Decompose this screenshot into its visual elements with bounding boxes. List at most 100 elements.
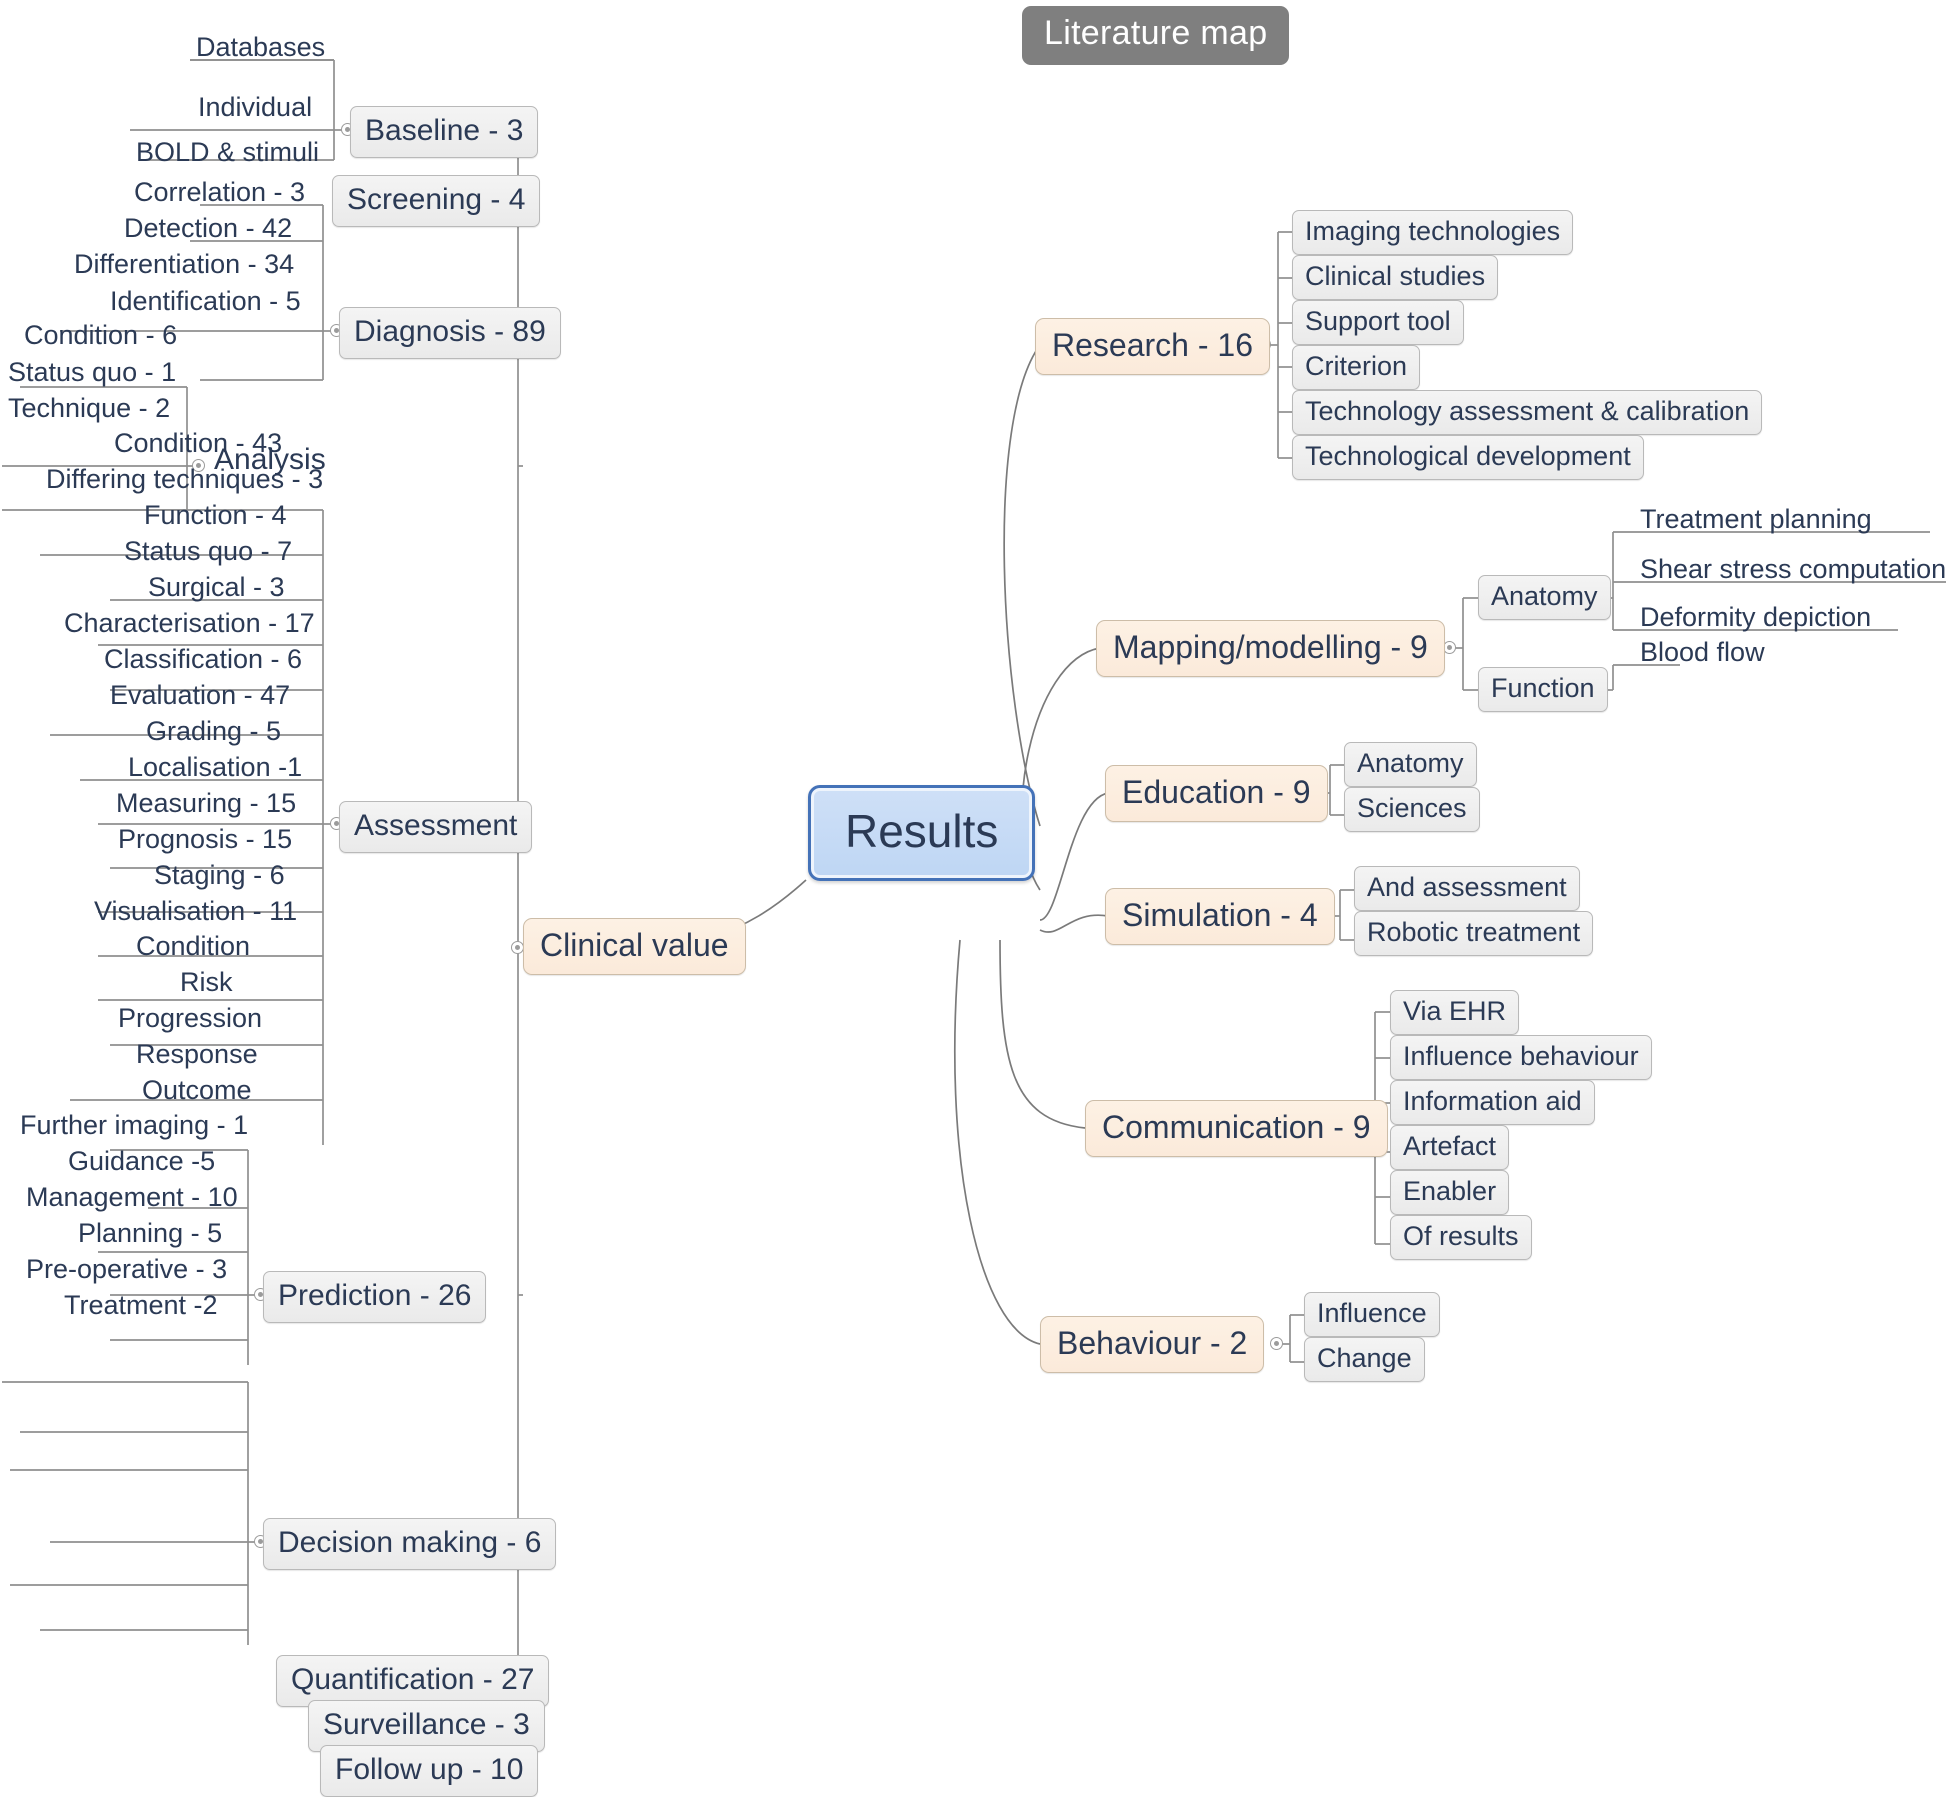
leaf-anatomy-education[interactable]: Anatomy <box>1344 742 1477 787</box>
leaf-condition-43[interactable]: Condition - 43 <box>108 429 288 460</box>
leaf-label: Differing techniques - 3 <box>46 464 324 494</box>
leaf-robotic-treatment[interactable]: Robotic treatment <box>1354 911 1594 956</box>
leaf-label: Technology assessment & calibration <box>1292 390 1763 435</box>
leaf-label: Measuring - 15 <box>116 788 297 818</box>
leaf-label: Deformity depiction <box>1640 602 1872 632</box>
leaf-detection[interactable]: Detection - 42 <box>118 214 298 245</box>
leaf-of-results[interactable]: Of results <box>1390 1215 1532 1260</box>
leaf-label: Response <box>136 1039 258 1069</box>
leaf-via-ehr[interactable]: Via EHR <box>1390 990 1520 1035</box>
leaf-grading-5[interactable]: Grading - 5 <box>140 717 287 748</box>
leaf-identification[interactable]: Identification - 5 <box>104 287 307 318</box>
leaf-artefact[interactable]: Artefact <box>1390 1125 1510 1170</box>
leaf-influence-behaviour[interactable]: Influence behaviour <box>1390 1035 1652 1080</box>
leaf-differing-techniques[interactable]: Differing techniques - 3 <box>40 465 329 496</box>
leaf-pre-operative[interactable]: Pre-operative - 3 <box>20 1255 233 1286</box>
branch-label: Behaviour - 2 <box>1040 1316 1265 1373</box>
branch-node-assessment[interactable]: Assessment <box>339 801 533 853</box>
leaf-label: And assessment <box>1354 866 1580 911</box>
leaf-label: Pre-operative - 3 <box>26 1254 228 1284</box>
leaf-guidance[interactable]: Guidance -5 <box>62 1147 221 1178</box>
leaf-further-imaging[interactable]: Further imaging - 1 <box>14 1111 254 1142</box>
leaf-label: Treatment planning <box>1640 504 1872 534</box>
branch-node-education[interactable]: Education - 9 <box>1105 765 1328 822</box>
leaf-correlation[interactable]: Correlation - 3 <box>128 178 311 209</box>
leaf-response[interactable]: Response <box>130 1040 264 1071</box>
leaf-risk[interactable]: Risk <box>174 968 239 999</box>
leaf-measuring-15[interactable]: Measuring - 15 <box>110 789 302 820</box>
branch-node-prediction[interactable]: Prediction - 26 <box>263 1271 487 1323</box>
leaf-label: Enabler <box>1390 1170 1510 1215</box>
leaf-databases[interactable]: Databases <box>190 33 331 64</box>
leaf-treatment-planning[interactable]: Treatment planning <box>1634 505 1878 536</box>
branch-node-behaviour[interactable]: Behaviour - 2 <box>1040 1316 1265 1373</box>
leaf-clinical-studies[interactable]: Clinical studies <box>1292 255 1499 300</box>
leaf-sciences[interactable]: Sciences <box>1344 787 1480 832</box>
leaf-visualisation-11[interactable]: Visualisation - 11 <box>88 897 303 928</box>
leaf-treatment[interactable]: Treatment -2 <box>58 1291 224 1322</box>
leaf-bold-stimuli[interactable]: BOLD & stimuli <box>130 138 325 169</box>
leaf-label: Robotic treatment <box>1354 911 1594 956</box>
leaf-progression[interactable]: Progression <box>112 1004 268 1035</box>
branch-node-simulation[interactable]: Simulation - 4 <box>1105 888 1335 945</box>
leaf-differentiation[interactable]: Differentiation - 34 <box>68 250 300 281</box>
branch-node-decision-making[interactable]: Decision making - 6 <box>263 1518 557 1570</box>
leaf-technique-2[interactable]: Technique - 2 <box>2 394 176 425</box>
leaf-localisation-1[interactable]: Localisation -1 <box>122 753 308 784</box>
leaf-label: Evaluation - 47 <box>110 680 291 710</box>
branch-node-baseline[interactable]: Baseline - 3 <box>350 106 539 158</box>
leaf-technology-assessment-calibration[interactable]: Technology assessment & calibration <box>1292 390 1763 435</box>
leaf-individual[interactable]: Individual <box>192 93 318 124</box>
leaf-change[interactable]: Change <box>1304 1337 1425 1382</box>
leaf-condition[interactable]: Condition <box>130 932 256 963</box>
leaf-management[interactable]: Management - 10 <box>20 1183 244 1214</box>
subnode-function-mapping[interactable]: Function <box>1478 667 1608 712</box>
leaf-status-quo-7[interactable]: Status quo - 7 <box>118 537 298 568</box>
subnode-anatomy-mapping[interactable]: Anatomy <box>1478 575 1611 620</box>
leaf-label: Criterion <box>1292 345 1421 390</box>
branch-node-research[interactable]: Research - 16 <box>1035 318 1270 375</box>
branch-node-follow-up[interactable]: Follow up - 10 <box>320 1745 539 1797</box>
leaf-surgical-3[interactable]: Surgical - 3 <box>142 573 291 604</box>
leaf-label: Surgical - 3 <box>148 572 285 602</box>
leaf-label: Information aid <box>1390 1080 1595 1125</box>
branch-node-screening[interactable]: Screening - 4 <box>332 175 541 227</box>
leaf-label: Risk <box>180 967 233 997</box>
leaf-criterion[interactable]: Criterion <box>1292 345 1421 390</box>
leaf-and-assessment[interactable]: And assessment <box>1354 866 1580 911</box>
leaf-evaluation-47[interactable]: Evaluation - 47 <box>104 681 296 712</box>
leaf-influence[interactable]: Influence <box>1304 1292 1440 1337</box>
leaf-characterisation[interactable]: Characterisation - 17 <box>58 609 321 640</box>
branch-node-communication[interactable]: Communication - 9 <box>1085 1100 1388 1157</box>
leaf-label: Imaging technologies <box>1292 210 1574 255</box>
branch-node-mapping-modelling[interactable]: Mapping/modelling - 9 <box>1096 620 1445 677</box>
leaf-label: Prognosis - 15 <box>118 824 293 854</box>
leaf-prognosis-15[interactable]: Prognosis - 15 <box>112 825 298 856</box>
root-node-results[interactable]: Results <box>808 785 1036 881</box>
branch-label: Baseline - 3 <box>350 106 539 158</box>
leaf-support-tool[interactable]: Support tool <box>1292 300 1464 345</box>
collapse-handle-icon-behaviour[interactable] <box>1270 1337 1283 1350</box>
leaf-shear-stress-computations[interactable]: Shear stress computations <box>1634 555 1946 586</box>
branch-label: Education - 9 <box>1105 765 1328 822</box>
leaf-label: Artefact <box>1390 1125 1510 1170</box>
leaf-technological-development[interactable]: Technological development <box>1292 435 1644 480</box>
leaf-function-4[interactable]: Function - 4 <box>138 501 293 532</box>
page-title: Literature map <box>1022 6 1290 65</box>
collapse-handle-icon-mapping[interactable] <box>1443 641 1456 654</box>
leaf-imaging-technologies[interactable]: Imaging technologies <box>1292 210 1574 255</box>
branch-node-clinical-value[interactable]: Clinical value <box>523 918 746 975</box>
branch-node-diagnosis[interactable]: Diagnosis - 89 <box>339 307 561 359</box>
leaf-condition-6[interactable]: Condition - 6 <box>18 321 183 352</box>
leaf-classification-6[interactable]: Classification - 6 <box>98 645 308 676</box>
leaf-staging-6[interactable]: Staging - 6 <box>148 861 291 892</box>
leaf-deformity-depiction[interactable]: Deformity depiction <box>1634 603 1877 634</box>
leaf-enabler[interactable]: Enabler <box>1390 1170 1510 1215</box>
leaf-status-quo-1[interactable]: Status quo - 1 <box>2 358 182 389</box>
leaf-label: Outcome <box>142 1075 252 1105</box>
leaf-information-aid[interactable]: Information aid <box>1390 1080 1595 1125</box>
leaf-outcome[interactable]: Outcome <box>136 1076 258 1107</box>
leaf-blood-flow[interactable]: Blood flow <box>1634 638 1771 669</box>
leaf-planning[interactable]: Planning - 5 <box>72 1219 228 1250</box>
leaf-label: Detection - 42 <box>124 213 293 243</box>
